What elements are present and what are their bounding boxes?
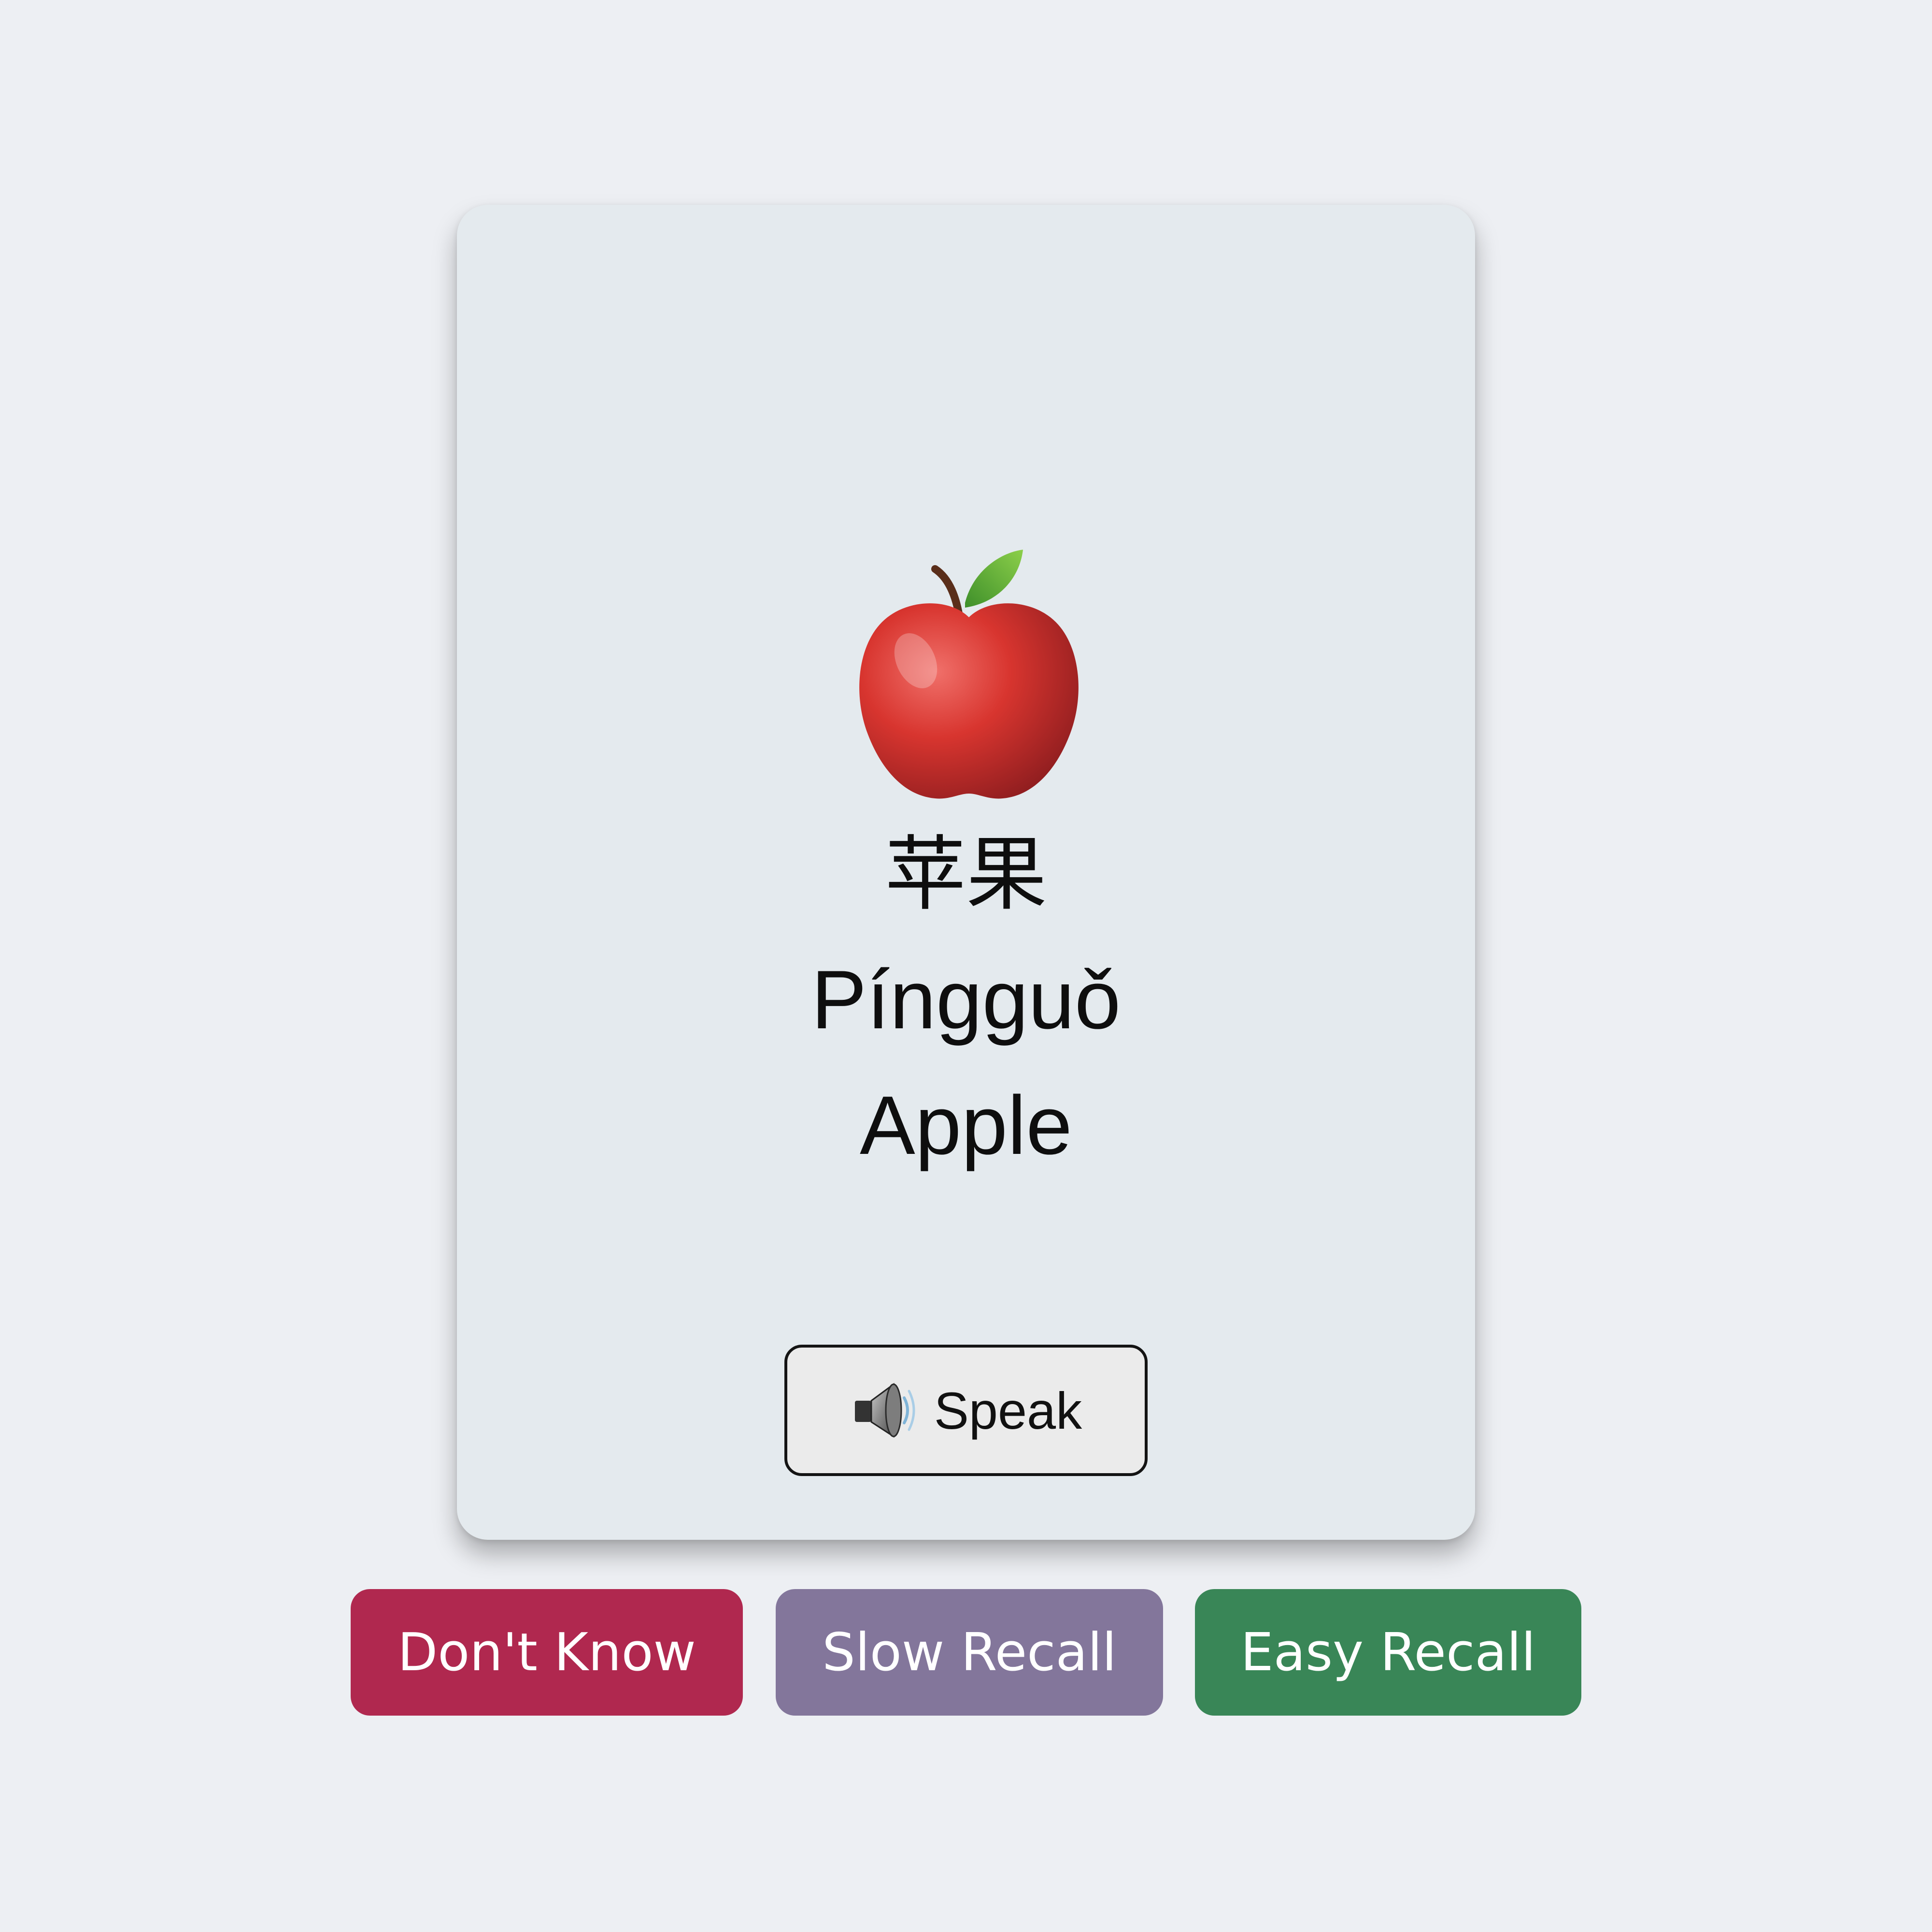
speaker-icon (854, 1383, 915, 1438)
pinyin-text: Píngguǒ (811, 953, 1121, 1046)
speak-button[interactable]: Speak (784, 1345, 1148, 1476)
easy-recall-button[interactable]: Easy Recall (1195, 1589, 1581, 1716)
hanzi-text: 苹果 (885, 827, 1047, 922)
speak-label: Speak (934, 1381, 1082, 1440)
slow-recall-button[interactable]: Slow Recall (776, 1589, 1163, 1716)
dont-know-button[interactable]: Don't Know (351, 1589, 743, 1716)
english-translation: Apple (860, 1079, 1072, 1172)
apple-icon (859, 550, 1079, 799)
